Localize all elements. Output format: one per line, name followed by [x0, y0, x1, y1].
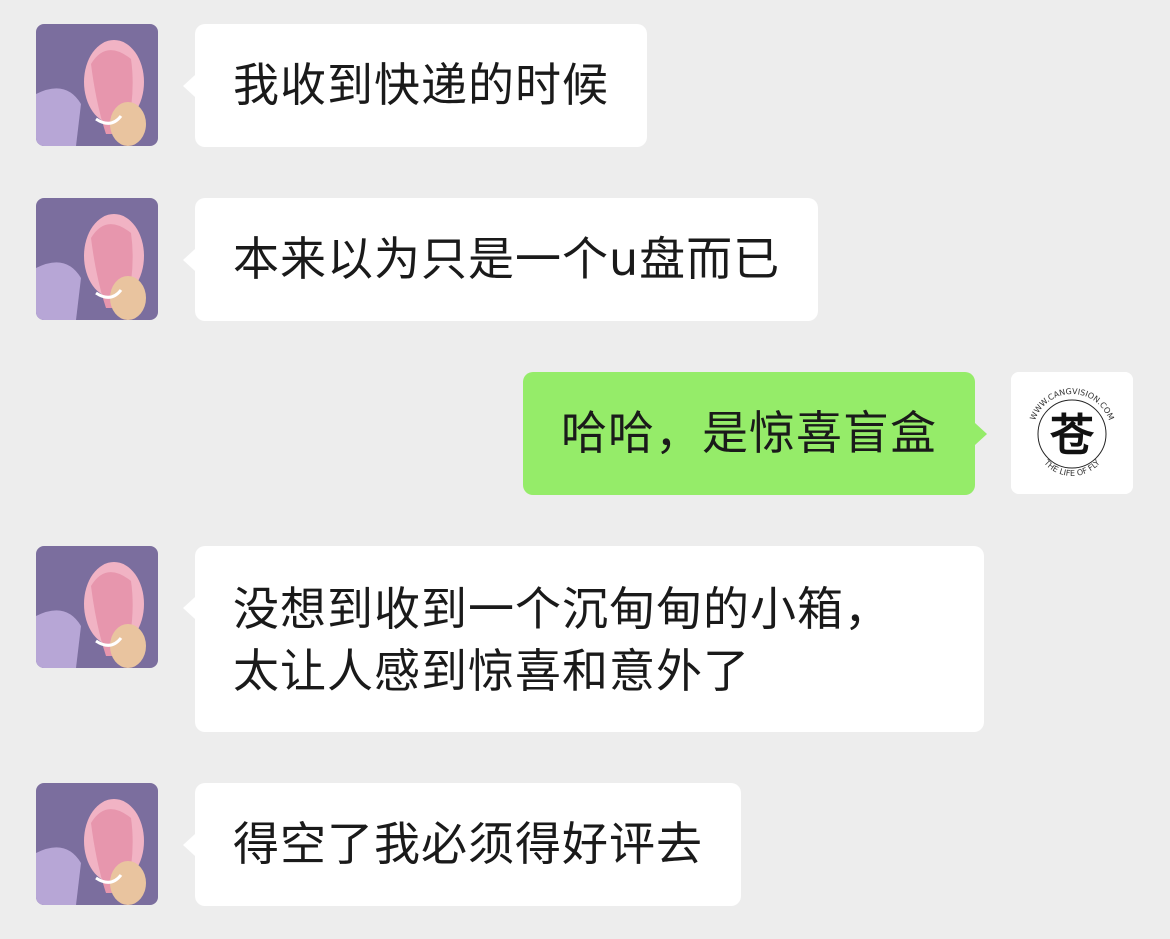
contact-avatar[interactable]: [36, 546, 158, 668]
message-row: 得空了我必须得好评去: [0, 783, 1170, 907]
message-text: 我收到快递的时候: [233, 58, 609, 112]
message-row: 哈哈，是惊喜盲盒 WWW.CANGVISION.COM THE LIFE OF …: [0, 372, 1170, 496]
message-bubble[interactable]: 哈哈，是惊喜盲盒: [523, 372, 975, 495]
message-bubble[interactable]: 我收到快递的时候: [195, 24, 647, 147]
message-bubble[interactable]: 没想到收到一个沉甸甸的小箱， 太让人感到惊喜和意外了: [195, 546, 984, 732]
message-text-line: 太让人感到惊喜和意外了: [233, 644, 750, 698]
message-row: 没想到收到一个沉甸甸的小箱， 太让人感到惊喜和意外了: [0, 546, 1170, 732]
message-text: 哈哈，是惊喜盲盒: [561, 406, 937, 460]
contact-avatar[interactable]: [36, 783, 158, 905]
message-text: 得空了我必须得好评去: [233, 817, 703, 871]
message-bubble[interactable]: 得空了我必须得好评去: [195, 783, 741, 906]
message-text: 本来以为只是一个u盘而已: [233, 232, 781, 286]
contact-avatar[interactable]: [36, 24, 158, 146]
logo-character: 苍: [1050, 410, 1095, 461]
self-avatar[interactable]: WWW.CANGVISION.COM THE LIFE OF FLY 苍: [1011, 372, 1133, 494]
message-row: 我收到快递的时候: [0, 24, 1170, 148]
message-row: 本来以为只是一个u盘而已: [0, 198, 1170, 322]
contact-avatar[interactable]: [36, 198, 158, 320]
message-bubble[interactable]: 本来以为只是一个u盘而已: [195, 198, 819, 321]
message-text-line: 没想到收到一个沉甸甸的小箱，: [233, 582, 891, 636]
